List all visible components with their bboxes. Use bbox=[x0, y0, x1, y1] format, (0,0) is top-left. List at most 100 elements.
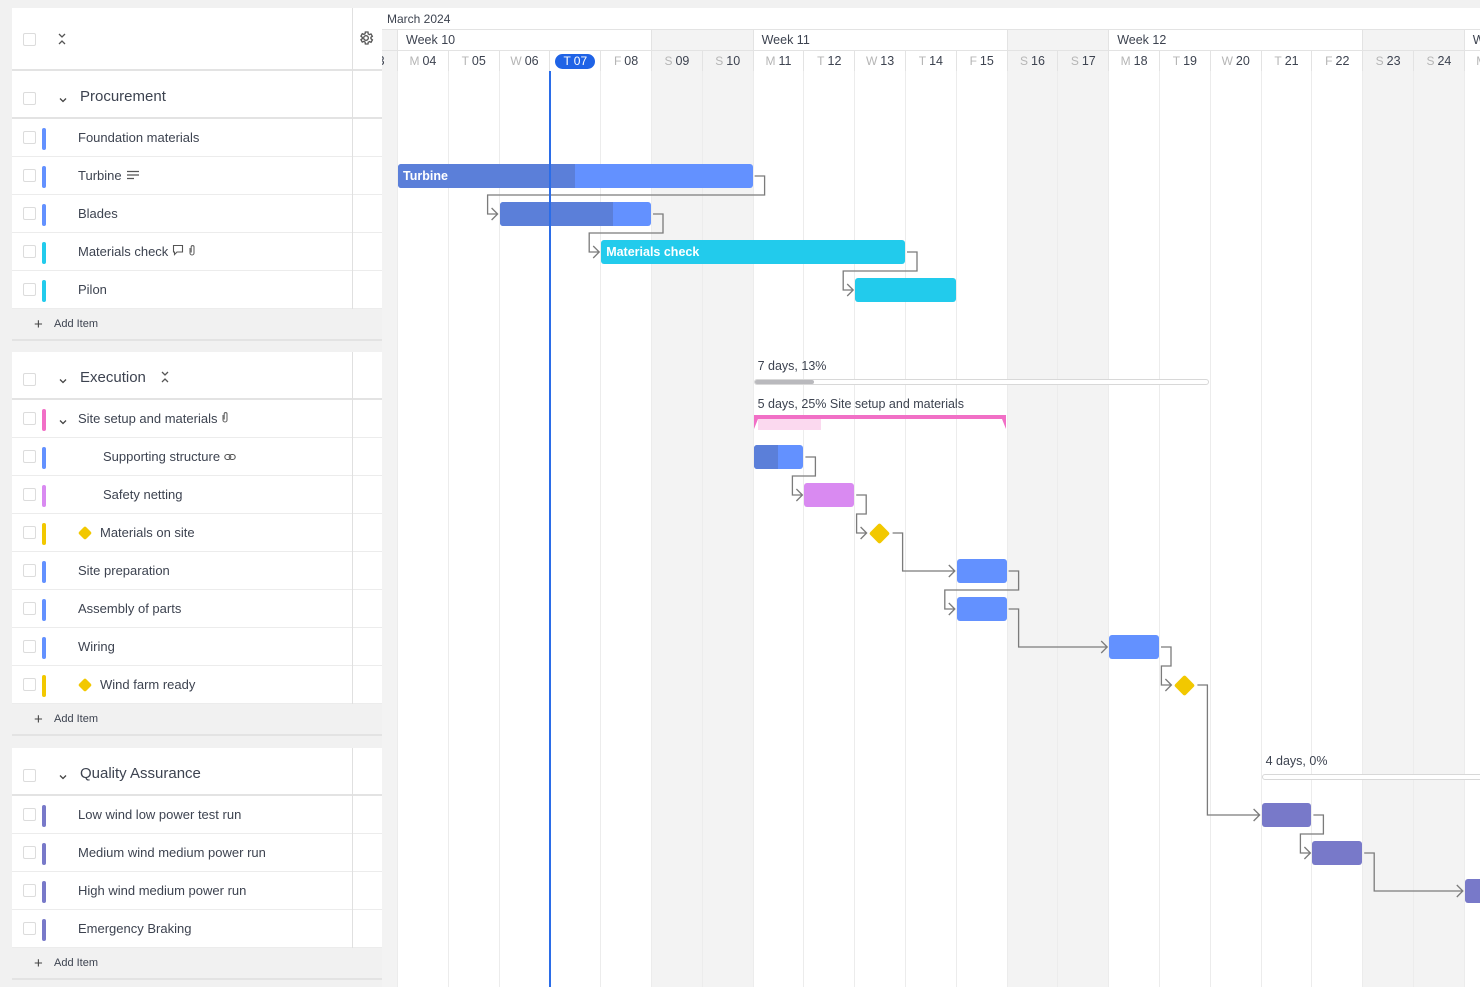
task-bar[interactable] bbox=[804, 483, 855, 507]
task-name-cell[interactable]: Wiring bbox=[78, 639, 115, 654]
task-bar[interactable] bbox=[956, 597, 1007, 621]
chevron-down-icon[interactable] bbox=[58, 414, 68, 425]
task-checkbox[interactable] bbox=[23, 283, 36, 296]
attachment-icon bbox=[188, 244, 196, 259]
task-checkbox[interactable] bbox=[23, 169, 36, 182]
task-row[interactable]: Blades bbox=[12, 195, 382, 233]
task-row[interactable]: High wind medium power run bbox=[12, 872, 382, 910]
task-name-cell[interactable]: Wind farm ready bbox=[77, 677, 195, 692]
task-name-cell[interactable]: Materials on site bbox=[77, 525, 195, 540]
collapse-all-icon[interactable] bbox=[56, 32, 68, 47]
task-name-cell[interactable]: Blades bbox=[78, 206, 118, 221]
task-checkbox[interactable] bbox=[23, 808, 36, 821]
group-header-quality-assurance[interactable]: Quality Assurance bbox=[12, 748, 382, 796]
task-bar[interactable] bbox=[499, 202, 651, 226]
task-row[interactable]: Materials check bbox=[12, 233, 382, 271]
group-checkbox[interactable] bbox=[23, 92, 36, 105]
task-name-cell[interactable]: Turbine bbox=[78, 168, 140, 183]
timeline: March 2024 Week 10 Week 11 Week 12 W S03M04… bbox=[382, 8, 1480, 987]
task-checkbox[interactable] bbox=[23, 488, 36, 501]
task-row[interactable]: Supporting structure bbox=[12, 438, 382, 476]
task-checkbox[interactable] bbox=[23, 922, 36, 935]
task-row[interactable]: Low wind low power test run bbox=[12, 796, 382, 834]
task-bar[interactable] bbox=[1312, 841, 1363, 865]
comment-icon bbox=[172, 244, 184, 259]
add-item-button[interactable]: + Add Item bbox=[12, 309, 382, 341]
task-name-cell[interactable]: Foundation materials bbox=[78, 130, 199, 145]
task-row[interactable]: Site preparation bbox=[12, 552, 382, 590]
task-name-cell[interactable]: Site preparation bbox=[78, 563, 170, 578]
task-name-cell[interactable]: Site setup and materials bbox=[78, 411, 229, 426]
group-header-execution[interactable]: Execution bbox=[12, 352, 382, 400]
task-checkbox[interactable] bbox=[23, 678, 36, 691]
task-bar[interactable] bbox=[1464, 879, 1480, 903]
group-checkbox[interactable] bbox=[23, 769, 36, 782]
task-bar[interactable] bbox=[1109, 635, 1159, 659]
task-name-cell[interactable]: Medium wind medium power run bbox=[78, 845, 266, 860]
task-checkbox[interactable] bbox=[23, 131, 36, 144]
task-bar[interactable] bbox=[1261, 803, 1312, 827]
day-header: S 23 bbox=[1362, 51, 1413, 71]
task-checkbox[interactable] bbox=[23, 846, 36, 859]
task-color-indicator bbox=[42, 280, 46, 302]
task-name-cell[interactable]: Emergency Braking bbox=[78, 921, 191, 936]
chevron-down-icon[interactable] bbox=[58, 373, 68, 384]
task-checkbox[interactable] bbox=[23, 602, 36, 615]
group-header-procurement[interactable]: Procurement bbox=[12, 71, 382, 119]
task-row[interactable]: Pilon bbox=[12, 271, 382, 309]
timeline-body[interactable]: Turbine Materials check 7 days, 13% 5 days,… bbox=[382, 71, 1480, 987]
task-checkbox[interactable] bbox=[23, 564, 36, 577]
task-checkbox[interactable] bbox=[23, 412, 36, 425]
settings-gear-icon[interactable] bbox=[358, 30, 376, 48]
collapse-subtasks-icon[interactable] bbox=[160, 370, 170, 389]
task-name-cell[interactable]: Low wind low power test run bbox=[78, 807, 241, 822]
task-name-cell[interactable]: Supporting structure bbox=[103, 449, 236, 464]
summary-progress-track[interactable] bbox=[1261, 774, 1480, 780]
task-row[interactable]: Site setup and materials bbox=[12, 400, 382, 438]
task-bar[interactable] bbox=[855, 278, 956, 302]
chevron-down-icon[interactable] bbox=[58, 92, 68, 103]
task-bar[interactable]: Turbine bbox=[398, 164, 753, 188]
week-header bbox=[651, 30, 753, 50]
task-checkbox[interactable] bbox=[23, 640, 36, 653]
task-name-cell[interactable]: High wind medium power run bbox=[78, 883, 246, 898]
task-grid: Procurement Foundation materials Turbine… bbox=[12, 8, 382, 987]
task-checkbox[interactable] bbox=[23, 884, 36, 897]
task-name: Foundation materials bbox=[78, 130, 200, 145]
task-color-indicator bbox=[42, 805, 46, 827]
task-name: Materials on site bbox=[100, 525, 195, 540]
task-checkbox[interactable] bbox=[23, 450, 36, 463]
task-row[interactable]: Materials on site bbox=[12, 514, 382, 552]
timeline-header: March 2024 Week 10 Week 11 Week 12 W S03M04… bbox=[382, 8, 1480, 71]
task-checkbox[interactable] bbox=[23, 526, 36, 539]
select-all-checkbox[interactable] bbox=[23, 33, 36, 46]
task-name: Wiring bbox=[78, 639, 115, 654]
task-color-indicator bbox=[42, 843, 46, 865]
task-bar[interactable] bbox=[753, 445, 804, 469]
day-header: S 09 bbox=[651, 51, 702, 71]
group-checkbox[interactable] bbox=[23, 373, 36, 386]
task-row[interactable]: Foundation materials bbox=[12, 119, 382, 157]
task-row[interactable]: Emergency Braking bbox=[12, 910, 382, 948]
chevron-down-icon[interactable] bbox=[58, 769, 68, 780]
task-row[interactable]: Assembly of parts bbox=[12, 590, 382, 628]
task-name: Turbine bbox=[78, 168, 122, 183]
task-name-cell[interactable]: Materials check bbox=[78, 244, 196, 259]
task-bar[interactable]: Materials check bbox=[601, 240, 905, 264]
task-checkbox[interactable] bbox=[23, 207, 36, 220]
summary-progress-track[interactable] bbox=[753, 379, 1209, 385]
task-name-cell[interactable]: Safety netting bbox=[103, 487, 183, 502]
task-row[interactable]: Wiring bbox=[12, 628, 382, 666]
task-row[interactable]: Turbine bbox=[12, 157, 382, 195]
add-item-label: Add Item bbox=[54, 318, 99, 330]
add-item-button[interactable]: + Add Item bbox=[12, 704, 382, 736]
add-item-button[interactable]: + Add Item bbox=[12, 948, 382, 980]
summary-bar[interactable] bbox=[753, 415, 1006, 431]
task-name-cell[interactable]: Pilon bbox=[78, 282, 107, 297]
task-name-cell[interactable]: Assembly of parts bbox=[78, 601, 181, 616]
task-row[interactable]: Safety netting bbox=[12, 476, 382, 514]
task-row[interactable]: Medium wind medium power run bbox=[12, 834, 382, 872]
task-row[interactable]: Wind farm ready bbox=[12, 666, 382, 704]
task-bar[interactable] bbox=[956, 559, 1007, 583]
task-checkbox[interactable] bbox=[23, 245, 36, 258]
